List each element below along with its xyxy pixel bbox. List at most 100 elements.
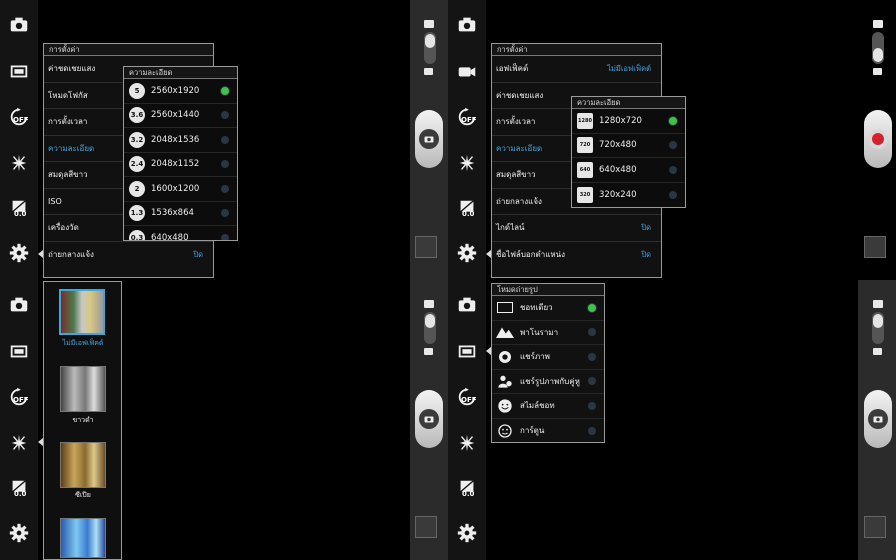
shooting-mode-option[interactable]: พาโนรามา	[492, 321, 604, 345]
resolution-option[interactable]: 0.3 640x480	[124, 226, 237, 240]
setting-row[interactable]: ถ่ายกลางแจ้ง ปิด	[44, 242, 213, 269]
radio-selected[interactable]	[669, 116, 677, 125]
radio[interactable]	[221, 233, 229, 240]
radio-selected[interactable]	[588, 303, 596, 312]
shooting-mode-option[interactable]: การ์ตูน	[492, 419, 604, 444]
shot-mode-button-2[interactable]	[0, 334, 38, 368]
cartoon-icon	[498, 424, 512, 438]
resolution-label: 2048x1152	[151, 159, 200, 170]
setting-row[interactable]: ไกด์ไลน์ ปิด	[492, 215, 661, 242]
camera-video-toggle[interactable]	[872, 312, 884, 344]
shooting-mode-option[interactable]: ชอทเดียว	[492, 296, 604, 321]
effect-thumb-sepia[interactable]	[60, 442, 106, 488]
setting-label: ถ่ายกลางแจ้ง	[496, 196, 542, 206]
exposure-button-4[interactable]	[448, 472, 486, 506]
popup-title: ความละเอียด	[572, 97, 685, 109]
switch-camera-button-4[interactable]	[448, 288, 486, 322]
video-resolution-popup: ความละเอียด 1280 1280x720 720 720x480 640 6…	[571, 96, 686, 208]
single-shot-icon	[497, 302, 513, 314]
gallery-thumbnail[interactable]	[864, 516, 886, 538]
radio[interactable]	[669, 165, 677, 174]
radio[interactable]	[221, 111, 229, 120]
radio[interactable]	[588, 426, 596, 435]
toggle-knob	[873, 314, 883, 328]
radio[interactable]	[669, 141, 677, 150]
resolution-option[interactable]: 320 320x240	[572, 183, 685, 208]
megapixel-badge-icon: 5	[129, 82, 145, 99]
shutter-button[interactable]	[415, 390, 443, 448]
resolution-option[interactable]: 5 2560x1920	[124, 79, 237, 104]
shooting-mode-option[interactable]: แชร์ภาพ	[492, 345, 604, 370]
effects-button-4[interactable]	[448, 426, 486, 460]
radio[interactable]	[588, 377, 596, 386]
panel-title: โหมดถ่ายรูป	[492, 284, 604, 296]
switch-camera-button-2[interactable]	[0, 288, 38, 322]
resolution-option[interactable]: 720 720x480	[572, 134, 685, 158]
radio[interactable]	[669, 190, 677, 199]
switch-camera-icon	[458, 17, 476, 32]
resolution-option[interactable]: 3.2 2048x1536	[124, 128, 237, 153]
shooting-mode-option[interactable]: แชร์รูปภาพกับคู่หู	[492, 370, 604, 394]
shooting-mode-option[interactable]: สไมล์ชอท	[492, 394, 604, 419]
effect-thumb-mono[interactable]	[60, 366, 106, 412]
shutter-button[interactable]	[864, 390, 892, 448]
exposure-button-3[interactable]	[448, 192, 486, 226]
settings-button-4[interactable]	[448, 516, 486, 550]
exposure-button-2[interactable]	[0, 472, 38, 506]
resolution-option[interactable]: 1.3 1536x864	[124, 202, 237, 226]
shot-mode-icon	[10, 345, 28, 358]
radio-selected[interactable]	[221, 86, 229, 95]
shutter-button[interactable]	[415, 110, 443, 168]
setting-row[interactable]: เอฟเฟ็คต์ ไม่มีเอฟเฟ็คต์	[492, 56, 661, 83]
resolution-label: 720x480	[599, 140, 637, 151]
camera-mode-icon	[873, 300, 883, 308]
exposure-badge-3: 0.0	[462, 210, 475, 218]
radio[interactable]	[221, 135, 229, 144]
toggle-knob	[873, 48, 883, 62]
camera-video-toggle[interactable]	[424, 312, 436, 344]
resolution-option[interactable]: 640 640x480	[572, 158, 685, 183]
resolution-option[interactable]: 2.4 2048x1152	[124, 153, 237, 177]
exposure-button[interactable]	[0, 192, 38, 226]
setting-row[interactable]: ชื่อไฟล์บอกตำแหน่ง ปิด	[492, 242, 661, 269]
setting-value: ปิด	[641, 249, 651, 259]
effects-button[interactable]	[0, 146, 38, 180]
radio[interactable]	[588, 328, 596, 337]
effect-thumb-none[interactable]	[59, 289, 105, 335]
camera-video-toggle[interactable]	[424, 32, 436, 64]
effect-thumb-more[interactable]	[60, 518, 106, 558]
resolution-option[interactable]: 3.6 2560x1440	[124, 104, 237, 128]
camera-mode-icon	[424, 300, 434, 308]
resolution-label: 1280x720	[599, 115, 642, 126]
resolution-label: 640x480	[599, 164, 637, 175]
settings-button[interactable]	[0, 236, 38, 270]
switch-camera-button-3[interactable]	[448, 8, 486, 42]
camera-video-toggle[interactable]	[872, 32, 884, 64]
effects-icon	[459, 434, 475, 452]
settings-button-2[interactable]	[0, 516, 38, 550]
setting-label: สมดุลสีขาว	[48, 170, 88, 180]
megapixel-badge-icon: 3.6	[129, 107, 145, 124]
radio[interactable]	[221, 209, 229, 218]
shot-mode-button-4[interactable]	[448, 334, 486, 368]
radio[interactable]	[588, 352, 596, 361]
resolution-option[interactable]: 2 1600x1200	[124, 177, 237, 202]
gallery-thumbnail[interactable]	[415, 516, 437, 538]
mode-label: ชอทเดียว	[520, 303, 553, 313]
radio[interactable]	[221, 184, 229, 193]
shot-mode-button[interactable]	[0, 54, 38, 88]
effects-button-3[interactable]	[448, 146, 486, 180]
effects-button-2[interactable]	[0, 426, 38, 460]
setting-label: การตั้งเวลา	[48, 117, 88, 127]
radio[interactable]	[221, 160, 229, 169]
radio[interactable]	[588, 401, 596, 410]
switch-camera-button[interactable]	[0, 8, 38, 42]
gallery-thumbnail[interactable]	[415, 236, 437, 258]
switch-camera-icon	[458, 297, 476, 312]
gallery-thumbnail[interactable]	[864, 236, 886, 258]
resolution-label: 2560x1920	[151, 85, 200, 96]
settings-button-3[interactable]	[448, 236, 486, 270]
resolution-option[interactable]: 1280 1280x720	[572, 109, 685, 134]
video-effect-button[interactable]	[448, 54, 486, 88]
record-button[interactable]	[864, 110, 892, 168]
